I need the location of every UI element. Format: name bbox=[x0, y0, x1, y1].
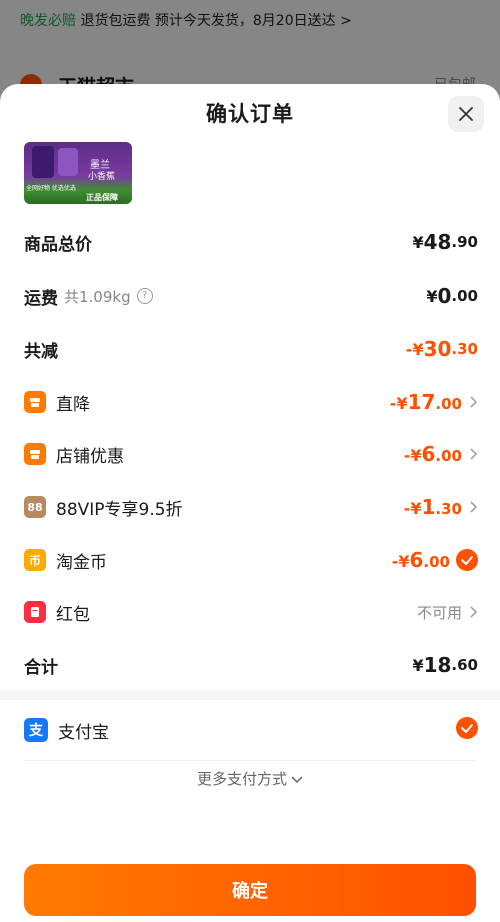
chevron-right-icon bbox=[470, 448, 478, 460]
goods-total-label: 商品总价 bbox=[24, 234, 92, 255]
discount-direct-row[interactable]: 直降 -¥17.00 bbox=[24, 387, 478, 417]
discount-taojinbi-row[interactable]: 币 淘金币 -¥6.00 bbox=[24, 545, 478, 575]
payment-method-row[interactable]: 支 支付宝 bbox=[24, 714, 478, 746]
order-total-label: 合计 bbox=[24, 657, 58, 678]
shipping-label: 运费 bbox=[24, 288, 58, 309]
discount-label: 直降 bbox=[56, 394, 90, 415]
discount-label: 店铺优惠 bbox=[56, 446, 124, 467]
discount-store-row[interactable]: 店铺优惠 -¥6.00 bbox=[24, 439, 478, 469]
goods-total-value: ¥48.90 bbox=[412, 230, 478, 254]
more-payment-link[interactable]: 更多支付方式 bbox=[0, 768, 500, 789]
alipay-icon: 支 bbox=[24, 718, 48, 742]
discount-value: -¥1.30 bbox=[404, 495, 478, 519]
chevron-right-icon bbox=[470, 396, 478, 408]
vip-88-icon: 88 bbox=[24, 496, 46, 518]
shipping-weight: 共1.09kg bbox=[64, 287, 131, 306]
discount-label: 88VIP专享9.5折 bbox=[56, 499, 183, 520]
thumb-name: 小香蕉 bbox=[88, 172, 116, 182]
product-bottle-image bbox=[58, 148, 78, 176]
coin-icon: 币 bbox=[24, 549, 46, 571]
product-thumbnail[interactable]: 墨兰 小香蕉 全网好物 优选优选 正品保障 bbox=[24, 142, 132, 204]
check-circle-icon[interactable] bbox=[456, 549, 478, 571]
discount-88vip-row[interactable]: 88 88VIP专享9.5折 -¥1.30 bbox=[24, 492, 478, 522]
payment-method-label: 支付宝 bbox=[58, 722, 109, 743]
shipping-row: 运费 共1.09kg ? ¥0.00 bbox=[24, 281, 478, 311]
goods-total-row: 商品总价 ¥48.90 bbox=[24, 227, 478, 257]
reduction-row: 共减 -¥ 30.30 bbox=[24, 334, 478, 364]
payment-selected[interactable] bbox=[450, 717, 478, 743]
thumb-guarantee: 正品保障 bbox=[86, 193, 118, 202]
discount-label: 淘金币 bbox=[56, 552, 107, 573]
chevron-right-icon bbox=[470, 501, 478, 513]
red-packet-row[interactable]: 红包 不可用 bbox=[24, 597, 478, 627]
product-bottle-image bbox=[32, 146, 54, 178]
discount-label: 红包 bbox=[56, 604, 90, 625]
check-circle-icon bbox=[456, 717, 478, 739]
confirm-order-sheet: 确认订单 墨兰 小香蕉 全网好物 优选优选 正品保障 商品总价 ¥48.90 运… bbox=[0, 84, 500, 922]
red-packet-icon bbox=[24, 601, 46, 623]
shop-icon bbox=[24, 391, 46, 413]
order-total-value: ¥18.60 bbox=[412, 653, 478, 677]
discount-value: -¥6.00 bbox=[392, 548, 478, 572]
shipping-value: ¥0.00 bbox=[426, 284, 478, 308]
close-button[interactable] bbox=[448, 96, 484, 132]
chevron-down-icon bbox=[291, 775, 303, 783]
order-total-row: 合计 ¥18.60 bbox=[24, 650, 478, 680]
help-icon[interactable]: ? bbox=[136, 288, 153, 304]
red-packet-status: 不可用 bbox=[417, 602, 478, 623]
discount-value: -¥6.00 bbox=[404, 442, 478, 466]
divider-line bbox=[24, 760, 476, 761]
confirm-button[interactable]: 确定 bbox=[24, 864, 476, 916]
discount-value: -¥17.00 bbox=[390, 390, 478, 414]
reduction-label: 共减 bbox=[24, 341, 58, 362]
reduction-value: -¥ 30.30 bbox=[405, 337, 478, 361]
thumb-badge: 全网好物 优选优选 bbox=[26, 185, 76, 192]
shop-icon bbox=[24, 443, 46, 465]
close-icon bbox=[459, 107, 473, 121]
section-divider bbox=[0, 690, 500, 700]
sheet-title: 确认订单 bbox=[206, 102, 294, 126]
more-payment-label: 更多支付方式 bbox=[196, 770, 287, 788]
chevron-right-icon bbox=[470, 606, 478, 618]
